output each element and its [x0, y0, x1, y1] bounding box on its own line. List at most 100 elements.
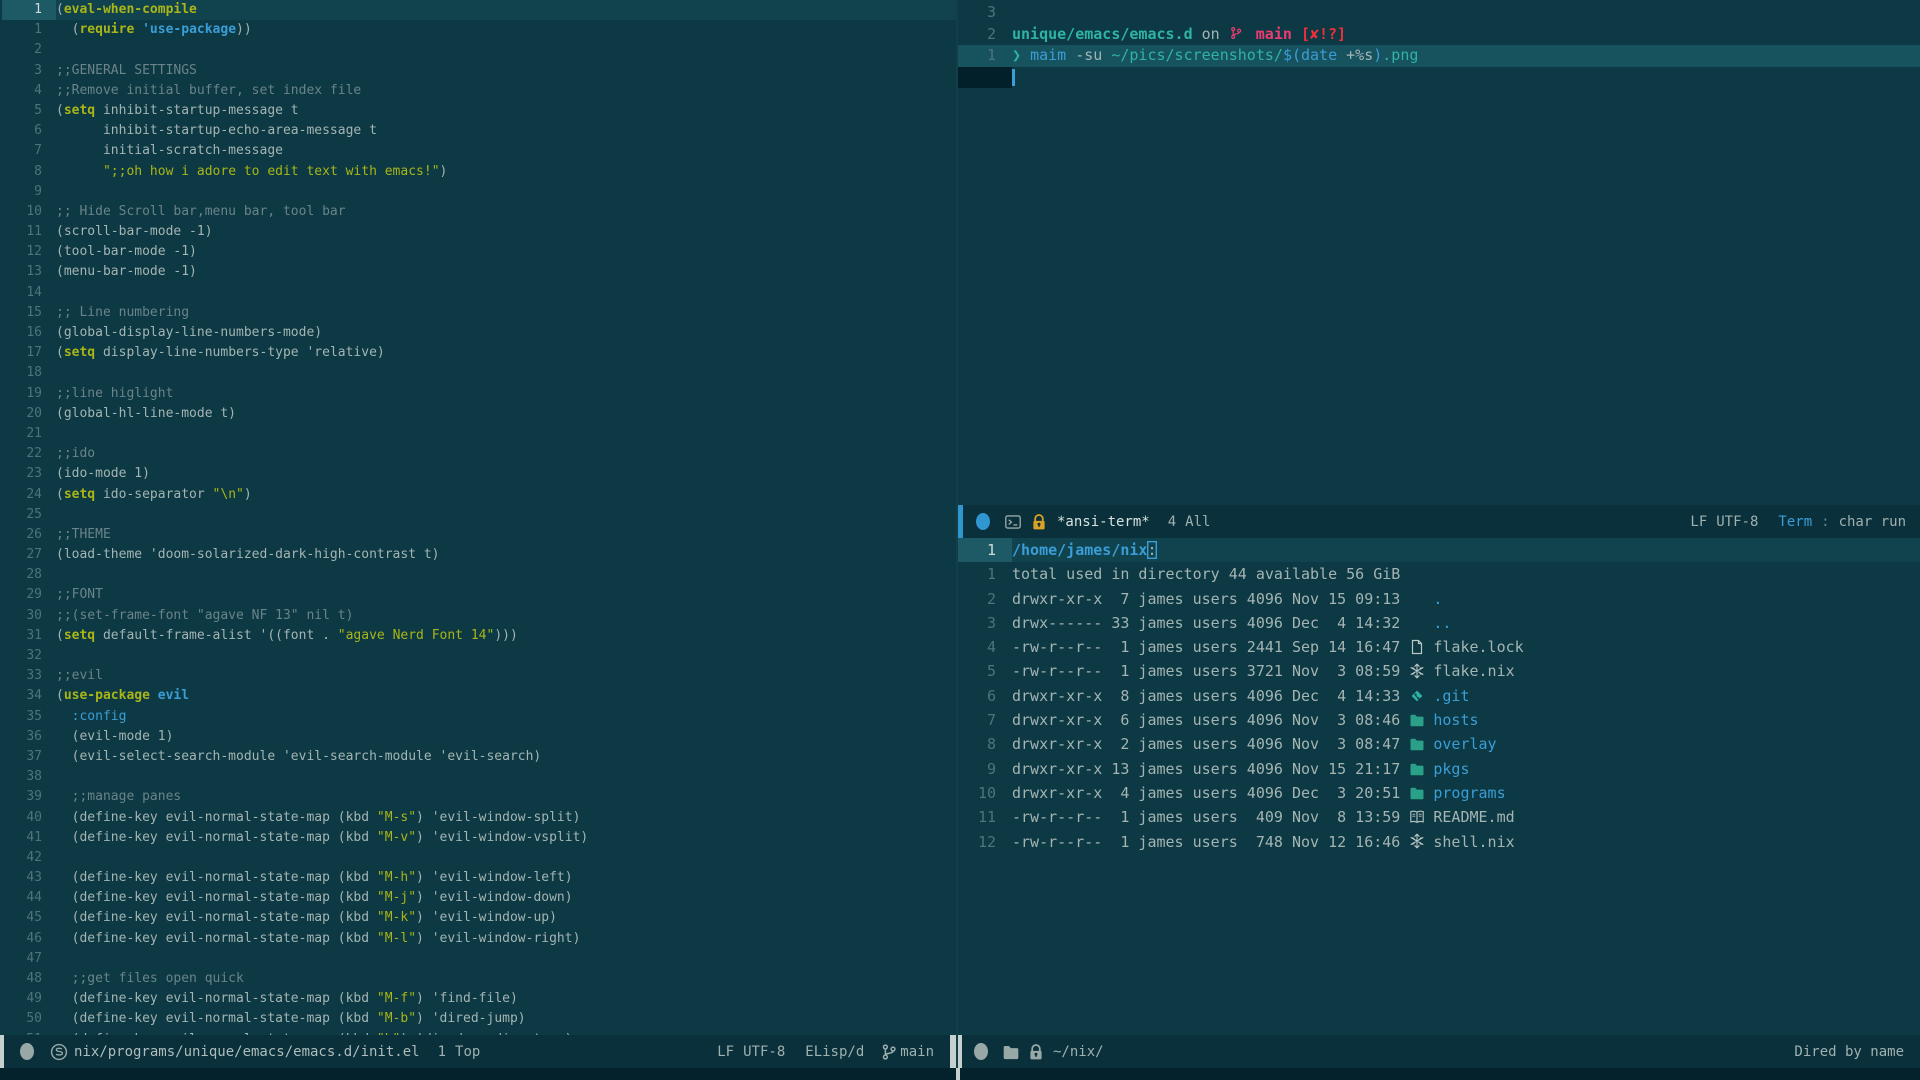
code-line[interactable]: 15;; Line numbering: [2, 303, 958, 323]
dired-row[interactable]: 5-rw-r--r-- 1 james users 3721 Nov 3 08:…: [958, 659, 1920, 683]
eol-indicator: LF: [717, 1044, 734, 1060]
line-number: 3: [958, 611, 1012, 635]
code-line[interactable]: 50 (define-key evil-normal-state-map (kb…: [2, 1009, 958, 1029]
code-line[interactable]: 42: [2, 848, 958, 868]
code-line[interactable]: 20(global-hl-line-mode t): [2, 404, 958, 424]
code-line[interactable]: 32: [2, 646, 958, 666]
git-icon: [1409, 688, 1425, 704]
dired-filename: README.md: [1433, 808, 1514, 826]
code-line[interactable]: 46 (define-key evil-normal-state-map (kb…: [2, 929, 958, 949]
code-line[interactable]: 41 (define-key evil-normal-state-map (kb…: [2, 828, 958, 848]
code-line[interactable]: 39 ;;manage panes: [2, 787, 958, 807]
code-line[interactable]: 38: [2, 767, 958, 787]
terminal-line[interactable]: 2unique/emacs/emacs.d on main [✘!?]: [958, 24, 1920, 46]
line-number: 1: [2, 20, 56, 40]
code-line[interactable]: 30;;(set-frame-font "agave NF 13" nil t): [2, 606, 958, 626]
code-line[interactable]: 22;;ido: [2, 444, 958, 464]
code-line[interactable]: 21: [2, 424, 958, 444]
code-line[interactable]: 1 (require 'use-package)): [2, 20, 958, 40]
dired-cursor: :: [1147, 541, 1156, 559]
folder-icon: [1002, 1043, 1020, 1061]
line-number: 1: [958, 45, 1012, 67]
code-line[interactable]: 7 initial-scratch-message: [2, 141, 958, 161]
code-line[interactable]: 17(setq display-line-numbers-type 'relat…: [2, 343, 958, 363]
dired-path: /home/james/nix: [1012, 541, 1147, 559]
dired-row[interactable]: 3drwx------ 33 james users 4096 Dec 4 14…: [958, 611, 1920, 635]
folder-icon: [1409, 761, 1425, 777]
code-line[interactable]: 26;;THEME: [2, 525, 958, 545]
code-line[interactable]: 44 (define-key evil-normal-state-map (kb…: [2, 888, 958, 908]
code-line[interactable]: 13(menu-bar-mode -1): [2, 262, 958, 282]
dired-row[interactable]: 10drwxr-xr-x 4 james users 4096 Dec 3 20…: [958, 781, 1920, 805]
dired-filename: shell.nix: [1433, 833, 1514, 851]
code-line[interactable]: 49 (define-key evil-normal-state-map (kb…: [2, 989, 958, 1009]
dired-filename: flake.lock: [1433, 638, 1523, 656]
window-divider-bar: [950, 1035, 956, 1068]
dired-row[interactable]: 9drwxr-xr-x 13 james users 4096 Nov 15 2…: [958, 757, 1920, 781]
code-line[interactable]: 11(scroll-bar-mode -1): [2, 222, 958, 242]
dired-row[interactable]: 12-rw-r--r-- 1 james users 748 Nov 12 16…: [958, 830, 1920, 854]
code-line[interactable]: 3;;GENERAL SETTINGS: [2, 61, 958, 81]
line-number: 18: [2, 363, 56, 383]
line-number: [958, 67, 1012, 89]
book-icon: [1409, 809, 1425, 825]
code-line[interactable]: 40 (define-key evil-normal-state-map (kb…: [2, 808, 958, 828]
dired-row[interactable]: 1total used in directory 44 available 56…: [958, 562, 1920, 586]
code-line[interactable]: 5(setq inhibit-startup-message t: [2, 101, 958, 121]
code-line[interactable]: 25: [2, 505, 958, 525]
dired-row[interactable]: 7drwxr-xr-x 6 james users 4096 Nov 3 08:…: [958, 708, 1920, 732]
dired-row[interactable]: 11-rw-r--r-- 1 james users 409 Nov 8 13:…: [958, 805, 1920, 829]
code-line[interactable]: 27(load-theme 'doom-solarized-dark-high-…: [2, 545, 958, 565]
dired-row[interactable]: 4-rw-r--r-- 1 james users 2441 Sep 14 16…: [958, 635, 1920, 659]
dired-row[interactable]: 8drwxr-xr-x 2 james users 4096 Nov 3 08:…: [958, 732, 1920, 756]
code-line[interactable]: 43 (define-key evil-normal-state-map (kb…: [2, 868, 958, 888]
buffer-state-dot: [974, 1043, 988, 1060]
dired-row[interactable]: 6drwxr-xr-x 8 james users 4096 Dec 4 14:…: [958, 684, 1920, 708]
code-line[interactable]: 37 (evil-select-search-module 'evil-sear…: [2, 747, 958, 767]
line-number: 10: [958, 781, 1012, 805]
code-line[interactable]: 29;;FONT: [2, 585, 958, 605]
line-number: 45: [2, 908, 56, 928]
terminal-line[interactable]: 3: [958, 2, 1920, 24]
line-number: 2: [958, 24, 1012, 46]
code-line[interactable]: 36 (evil-mode 1): [2, 727, 958, 747]
code-line[interactable]: 28: [2, 565, 958, 585]
code-line[interactable]: 19;;line higlight: [2, 384, 958, 404]
code-line[interactable]: 48 ;;get files open quick: [2, 969, 958, 989]
code-line[interactable]: 9: [2, 182, 958, 202]
line-number: 30: [2, 606, 56, 626]
terminal-pane[interactable]: 32unique/emacs/emacs.d on main [✘!?]1❯ m…: [958, 0, 1920, 507]
folder-icon: [1409, 736, 1425, 752]
code-line[interactable]: 31(setq default-frame-alist '((font . "a…: [2, 626, 958, 646]
code-line[interactable]: 35 :config: [2, 707, 958, 727]
code-line[interactable]: 12(tool-bar-mode -1): [2, 242, 958, 262]
dired-row[interactable]: 1/home/james/nix:: [958, 538, 1920, 562]
line-number: 8: [2, 162, 56, 182]
editor-pane[interactable]: 1(eval-when-compile1 (require 'use-packa…: [0, 0, 958, 1035]
minibuffer[interactable]: [0, 1068, 1920, 1080]
code-line[interactable]: 23(ido-mode 1): [2, 464, 958, 484]
major-mode: Term: [1778, 514, 1812, 530]
code-line[interactable]: 24(setq ido-separator "\n"): [2, 485, 958, 505]
dired-pane[interactable]: 1/home/james/nix:1total used in director…: [958, 538, 1920, 1035]
code-line[interactable]: 10;; Hide Scroll bar,menu bar, tool bar: [2, 202, 958, 222]
code-line[interactable]: 34(use-package evil: [2, 686, 958, 706]
buffer-name: *ansi-term*: [1057, 514, 1150, 530]
code-line[interactable]: 8 ";;oh how i adore to edit text with em…: [2, 162, 958, 182]
code-line[interactable]: 33;;evil: [2, 666, 958, 686]
code-line[interactable]: 16(global-display-line-numbers-mode): [2, 323, 958, 343]
code-line[interactable]: 45 (define-key evil-normal-state-map (kb…: [2, 908, 958, 928]
terminal-line[interactable]: 1❯ maim -su ~/pics/screenshots/$(date +%…: [958, 45, 1920, 67]
line-number: 9: [958, 757, 1012, 781]
code-line[interactable]: 6 inhibit-startup-echo-area-message t: [2, 121, 958, 141]
dired-row[interactable]: 2drwxr-xr-x 7 james users 4096 Nov 15 09…: [958, 587, 1920, 611]
code-line[interactable]: 47: [2, 949, 958, 969]
code-line[interactable]: 1(eval-when-compile: [2, 0, 958, 20]
code-line[interactable]: 14: [2, 283, 958, 303]
line-number: 44: [2, 888, 56, 908]
line-number: 24: [2, 485, 56, 505]
code-line[interactable]: 18: [2, 363, 958, 383]
code-line[interactable]: 2: [2, 40, 958, 60]
terminal-line[interactable]: [958, 67, 1920, 89]
code-line[interactable]: 4;;Remove initial buffer, set index file: [2, 81, 958, 101]
